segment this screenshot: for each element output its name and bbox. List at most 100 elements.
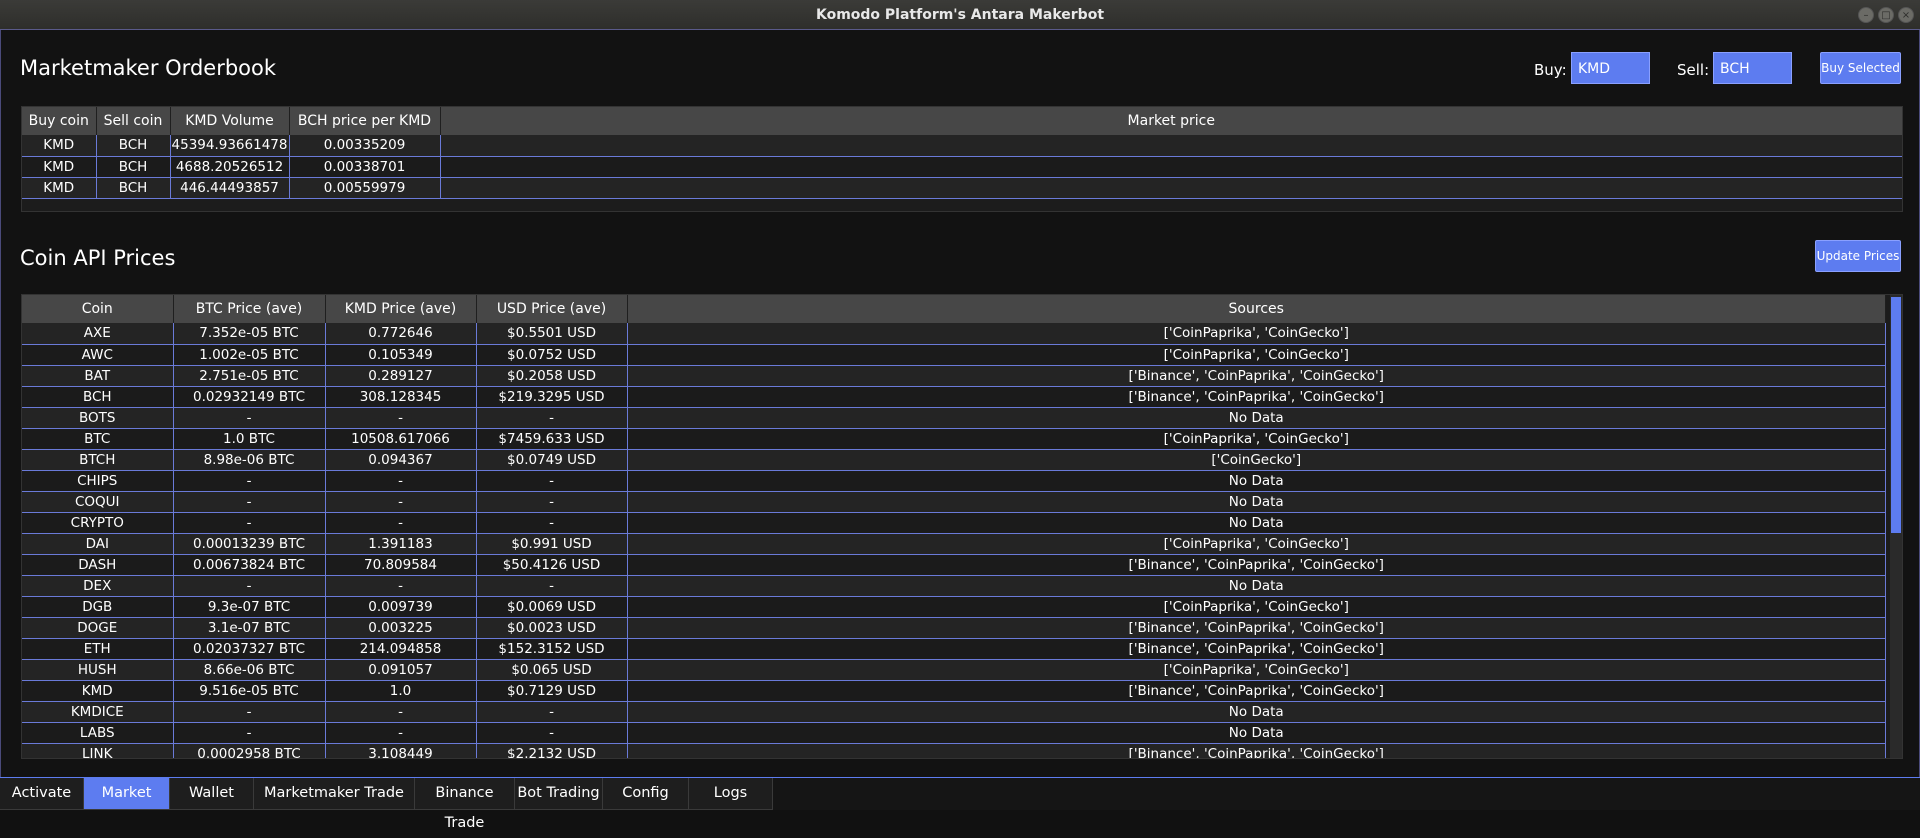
table-cell[interactable]: ['CoinGecko'] xyxy=(627,449,1886,471)
table-cell[interactable]: 0.009739 xyxy=(325,596,477,618)
table-cell[interactable] xyxy=(440,156,1902,178)
column-header[interactable]: BCH price per KMD xyxy=(289,107,441,135)
price-row[interactable]: HUSH 8.66e-06 BTC 0.091057 $0.065 USD ['Coin… xyxy=(22,659,1886,681)
table-cell[interactable]: ['Binance', 'CoinPaprika', 'CoinGecko'] xyxy=(627,554,1886,576)
table-cell[interactable]: 214.094858 xyxy=(325,638,477,660)
table-cell[interactable]: $0.2058 USD xyxy=(476,365,628,387)
price-row[interactable]: LABS - - - No Data xyxy=(22,722,1886,744)
table-cell[interactable]: - xyxy=(325,407,477,429)
table-cell[interactable]: 0.772646 xyxy=(325,323,477,345)
table-cell[interactable]: DAI xyxy=(22,533,174,555)
table-cell[interactable]: - xyxy=(476,512,628,534)
tab-market[interactable]: Market xyxy=(84,778,170,810)
tab-binance-trade[interactable]: Binance Trade xyxy=(415,778,515,831)
table-cell[interactable]: AWC xyxy=(22,344,174,366)
table-cell[interactable]: - xyxy=(325,512,477,534)
table-cell[interactable]: - xyxy=(325,491,477,513)
table-cell[interactable]: KMD xyxy=(22,177,97,199)
table-cell[interactable]: No Data xyxy=(627,512,1886,534)
table-cell[interactable]: ['CoinPaprika', 'CoinGecko'] xyxy=(627,323,1886,345)
table-cell[interactable]: - xyxy=(476,575,628,597)
column-header[interactable]: Market price xyxy=(440,107,1902,135)
table-cell[interactable]: 446.44493857 xyxy=(170,177,290,199)
table-cell[interactable]: 0.094367 xyxy=(325,449,477,471)
table-cell[interactable]: BCH xyxy=(96,135,171,157)
table-cell[interactable]: - xyxy=(173,512,326,534)
table-cell[interactable]: DGB xyxy=(22,596,174,618)
price-row[interactable]: DEX - - - No Data xyxy=(22,575,1886,597)
column-header[interactable]: KMD Price (ave) xyxy=(325,295,477,323)
price-row[interactable]: DGB 9.3e-07 BTC 0.009739 $0.0069 USD ['CoinP… xyxy=(22,596,1886,618)
column-header[interactable]: Coin xyxy=(22,295,174,323)
table-cell[interactable]: 1.002e-05 BTC xyxy=(173,344,326,366)
table-cell[interactable]: 3.108449 xyxy=(325,743,477,758)
tab-config[interactable]: Config xyxy=(603,778,689,810)
table-cell[interactable]: CRYPTO xyxy=(22,512,174,534)
table-cell[interactable]: - xyxy=(173,470,326,492)
table-cell[interactable]: ['Binance', 'CoinPaprika', 'CoinGecko'] xyxy=(627,386,1886,408)
price-row[interactable]: BAT 2.751e-05 BTC 0.289127 $0.2058 USD ['Bin… xyxy=(22,365,1886,387)
table-cell[interactable]: BCH xyxy=(96,177,171,199)
price-row[interactable]: BTCH 8.98e-06 BTC 0.094367 $0.0749 USD ['Coi… xyxy=(22,449,1886,471)
table-cell[interactable]: BOTS xyxy=(22,407,174,429)
table-cell[interactable]: - xyxy=(476,701,628,723)
table-cell[interactable]: KMD xyxy=(22,156,97,178)
table-cell[interactable]: ETH xyxy=(22,638,174,660)
price-row[interactable]: CHIPS - - - No Data xyxy=(22,470,1886,492)
table-cell[interactable]: 10508.617066 xyxy=(325,428,477,450)
price-row[interactable]: CRYPTO - - - No Data xyxy=(22,512,1886,534)
table-cell[interactable]: 1.0 xyxy=(325,680,477,702)
table-cell[interactable]: $50.4126 USD xyxy=(476,554,628,576)
table-cell[interactable]: 1.0 BTC xyxy=(173,428,326,450)
table-cell[interactable]: COQUI xyxy=(22,491,174,513)
table-cell[interactable]: DASH xyxy=(22,554,174,576)
column-header[interactable]: BTC Price (ave) xyxy=(173,295,326,323)
price-row[interactable]: ETH 0.02037327 BTC 214.094858 $152.3152 USD… xyxy=(22,638,1886,660)
table-cell[interactable]: DOGE xyxy=(22,617,174,639)
column-header[interactable]: Sell coin xyxy=(96,107,171,135)
table-cell[interactable]: $0.0023 USD xyxy=(476,617,628,639)
table-cell[interactable]: - xyxy=(173,491,326,513)
table-cell[interactable]: ['CoinPaprika', 'CoinGecko'] xyxy=(627,344,1886,366)
table-cell[interactable]: $152.3152 USD xyxy=(476,638,628,660)
table-cell[interactable]: - xyxy=(325,722,477,744)
tab-logs[interactable]: Logs xyxy=(689,778,773,810)
price-row[interactable]: AXE 7.352e-05 BTC 0.772646 $0.5501 USD ['Coi… xyxy=(22,323,1886,345)
table-cell[interactable]: ['Binance', 'CoinPaprika', 'CoinGecko'] xyxy=(627,638,1886,660)
table-cell[interactable]: 8.98e-06 BTC xyxy=(173,449,326,471)
table-cell[interactable]: $0.0749 USD xyxy=(476,449,628,471)
table-cell[interactable]: BCH xyxy=(96,156,171,178)
table-cell[interactable]: ['Binance', 'CoinPaprika', 'CoinGecko'] xyxy=(627,680,1886,702)
price-row[interactable]: DASH 0.00673824 BTC 70.809584 $50.4126 USD[… xyxy=(22,554,1886,576)
price-row[interactable]: BCH 0.02932149 BTC 308.128345 $219.3295 USD… xyxy=(22,386,1886,408)
tab-bot-trading[interactable]: Bot Trading xyxy=(515,778,603,810)
column-header[interactable]: KMD Volume xyxy=(170,107,290,135)
table-cell[interactable]: 0.00335209 xyxy=(289,135,441,157)
table-cell[interactable]: $0.5501 USD xyxy=(476,323,628,345)
table-cell[interactable]: 3.1e-07 BTC xyxy=(173,617,326,639)
price-row[interactable]: KMD 9.516e-05 BTC 1.0 $0.7129 USD ['Binance'… xyxy=(22,680,1886,702)
table-cell[interactable]: 70.809584 xyxy=(325,554,477,576)
table-cell[interactable]: ['Binance', 'CoinPaprika', 'CoinGecko'] xyxy=(627,743,1886,758)
table-cell[interactable] xyxy=(440,177,1902,199)
table-cell[interactable]: KMD xyxy=(22,135,97,157)
table-cell[interactable]: - xyxy=(173,722,326,744)
buy-coin-select[interactable]: KMD xyxy=(1571,52,1650,84)
table-cell[interactable]: 308.128345 xyxy=(325,386,477,408)
table-cell[interactable]: CHIPS xyxy=(22,470,174,492)
table-cell[interactable]: 9.3e-07 BTC xyxy=(173,596,326,618)
api-prices-scrollbar[interactable] xyxy=(1890,295,1902,758)
minimize-icon[interactable]: – xyxy=(1858,7,1874,23)
table-cell[interactable]: ['CoinPaprika', 'CoinGecko'] xyxy=(627,659,1886,681)
table-cell[interactable]: BCH xyxy=(22,386,174,408)
table-cell[interactable]: $0.0752 USD xyxy=(476,344,628,366)
table-cell[interactable]: 0.02932149 BTC xyxy=(173,386,326,408)
table-cell[interactable]: 4688.20526512 xyxy=(170,156,290,178)
price-row[interactable]: AWC 1.002e-05 BTC 0.105349 $0.0752 USD ['Coi… xyxy=(22,344,1886,366)
table-cell[interactable]: $7459.633 USD xyxy=(476,428,628,450)
table-cell[interactable]: 0.105349 xyxy=(325,344,477,366)
column-header[interactable]: Buy coin xyxy=(22,107,97,135)
price-row[interactable]: LINK 0.0002958 BTC 3.108449 $2.2132 USD ['Bi… xyxy=(22,743,1886,758)
table-cell[interactable]: 0.00673824 BTC xyxy=(173,554,326,576)
table-cell[interactable]: - xyxy=(476,407,628,429)
